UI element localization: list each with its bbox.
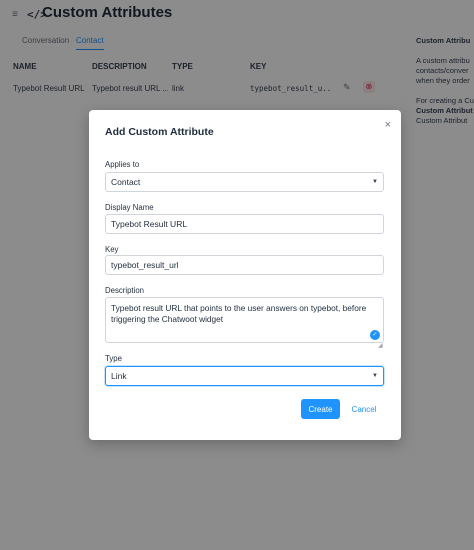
key-label: Key bbox=[105, 245, 119, 254]
type-value: Link bbox=[111, 371, 127, 381]
check-circle-icon: ✓ bbox=[370, 330, 380, 340]
create-button[interactable]: Create bbox=[301, 399, 340, 419]
add-custom-attribute-modal: Add Custom Attribute × Applies to Contac… bbox=[89, 110, 401, 440]
chevron-down-icon: ▼ bbox=[372, 373, 378, 379]
key-input[interactable] bbox=[105, 255, 384, 275]
applies-to-select[interactable]: Contact ▼ bbox=[105, 172, 384, 192]
type-select[interactable]: Link ▼ bbox=[105, 366, 384, 386]
chevron-down-icon: ▼ bbox=[372, 179, 378, 185]
close-icon[interactable]: × bbox=[385, 119, 391, 131]
cancel-button[interactable]: Cancel bbox=[347, 399, 381, 419]
display-name-input[interactable] bbox=[105, 214, 384, 234]
modal-title: Add Custom Attribute bbox=[105, 126, 214, 138]
description-label: Description bbox=[105, 286, 144, 295]
resize-handle-icon[interactable]: ◢ bbox=[378, 342, 383, 349]
display-name-label: Display Name bbox=[105, 203, 154, 212]
applies-to-label: Applies to bbox=[105, 160, 140, 169]
applies-to-value: Contact bbox=[111, 177, 141, 187]
description-textarea[interactable]: Typebot result URL that points to the us… bbox=[105, 297, 384, 343]
type-label: Type bbox=[105, 354, 122, 363]
